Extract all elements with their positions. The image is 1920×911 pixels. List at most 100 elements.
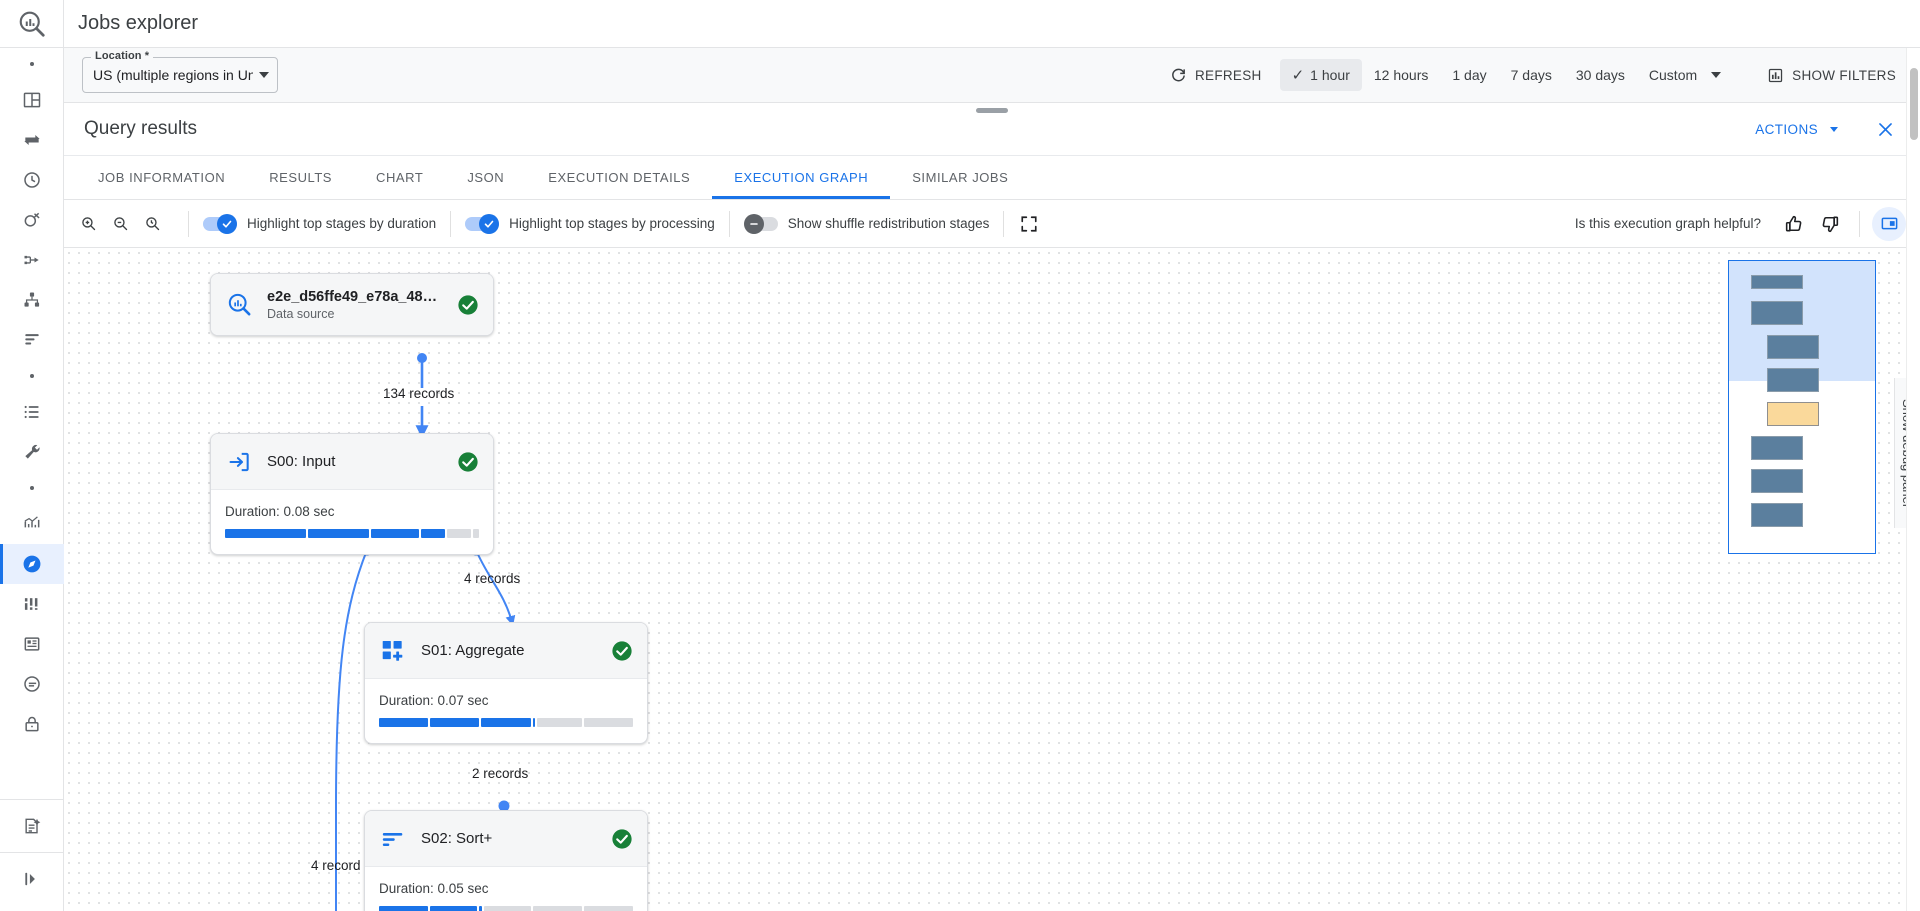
- rail-item-analytics-hub[interactable]: [0, 200, 64, 240]
- location-select[interactable]: Location * US (multiple regions in Un…: [82, 57, 278, 93]
- filter-chart-icon: [1767, 67, 1784, 84]
- panel-drag-handle[interactable]: [976, 108, 1008, 113]
- refresh-label: REFRESH: [1195, 68, 1262, 83]
- rail-dot-2: [0, 360, 64, 392]
- bigquery-logo-icon[interactable]: [0, 0, 64, 48]
- tab-label: CHART: [376, 170, 423, 185]
- rail-item-data-preparation[interactable]: [0, 320, 64, 360]
- refresh-button[interactable]: REFRESH: [1158, 59, 1274, 91]
- rail-item-pipelines[interactable]: [0, 240, 64, 280]
- graph-toolbar: Highlight top stages by duration Highlig…: [64, 200, 1920, 248]
- rail-item-dataform[interactable]: [0, 280, 64, 320]
- rail-divider-2: [0, 852, 64, 853]
- main-column: Jobs explorer Location * US (multiple re…: [64, 0, 1920, 911]
- rail-item-policy-tags[interactable]: [0, 704, 64, 744]
- rail-item-jobs-explorer[interactable]: [0, 544, 64, 584]
- graph-node-s01[interactable]: S01: Aggregate Duration: 0.07 sec: [364, 622, 648, 744]
- tab-execution-graph[interactable]: EXECUTION GRAPH: [712, 156, 890, 199]
- show-filters-button[interactable]: SHOW FILTERS: [1755, 59, 1908, 91]
- range-30-days[interactable]: 30 days: [1564, 59, 1637, 91]
- rail-item-expand-panel[interactable]: [0, 859, 64, 899]
- toggle-knob: [479, 214, 499, 234]
- toggle-label: Highlight top stages by duration: [247, 216, 436, 231]
- side-panel-icon[interactable]: [1872, 207, 1906, 241]
- close-icon: [1876, 120, 1895, 139]
- zoom-out-icon[interactable]: [106, 210, 134, 238]
- node-header: S01: Aggregate: [365, 623, 647, 679]
- range-1-day[interactable]: 1 day: [1440, 59, 1498, 91]
- bar-segment: [533, 718, 535, 727]
- rail-item-slot-estimator[interactable]: [0, 624, 64, 664]
- sort-icon: [379, 825, 407, 853]
- toggle-highlight-duration[interactable]: Highlight top stages by duration: [199, 216, 440, 231]
- rail-item-admin[interactable]: [0, 432, 64, 472]
- location-select-label: Location *: [91, 50, 153, 62]
- page-scrollbar[interactable]: [1906, 48, 1920, 911]
- fit-screen-icon[interactable]: [1014, 209, 1044, 239]
- bar-segment: [584, 906, 633, 911]
- zoom-controls: [74, 210, 178, 238]
- app-titlebar: Jobs explorer: [64, 0, 1920, 48]
- graph-node-s00[interactable]: S00: Input Duration: 0.08 sec: [210, 433, 494, 555]
- rail-item-release-notes[interactable]: [0, 806, 64, 846]
- range-1-hour[interactable]: ✓ 1 hour: [1280, 59, 1362, 91]
- status-success-icon: [611, 828, 633, 850]
- thumb-down-icon[interactable]: [1813, 207, 1847, 241]
- range-custom[interactable]: Custom: [1637, 59, 1733, 91]
- node-duration: Duration: 0.07 sec: [379, 693, 633, 708]
- actions-label: ACTIONS: [1755, 122, 1818, 137]
- range-7-days[interactable]: 7 days: [1499, 59, 1564, 91]
- toggle-switch[interactable]: [203, 217, 237, 231]
- bar-segment: [225, 529, 306, 538]
- graph-node-datasource[interactable]: e2e_d56ffe49_e78a_482a_ Data source: [210, 273, 494, 336]
- rail-item-studio[interactable]: [0, 80, 64, 120]
- actions-button[interactable]: ACTIONS: [1745, 116, 1848, 143]
- graph-node-s02[interactable]: S02: Sort+ Duration: 0.05 sec: [364, 810, 648, 911]
- thumb-up-icon[interactable]: [1777, 207, 1811, 241]
- scrollbar-thumb[interactable]: [1910, 68, 1918, 140]
- rail-bottom-items: [0, 793, 64, 911]
- bar-segment: [371, 529, 419, 538]
- minimap-node: [1767, 335, 1819, 359]
- toggle-switch[interactable]: [465, 217, 499, 231]
- tab-execution-details[interactable]: EXECUTION DETAILS: [526, 156, 712, 199]
- bar-segment: [537, 718, 582, 727]
- toggle-label: Show shuffle redistribution stages: [788, 216, 990, 231]
- chevron-down-icon: [259, 72, 269, 78]
- rail-item-scheduled-queries[interactable]: [0, 160, 64, 200]
- location-select-value: US (multiple regions in Un…: [93, 67, 253, 83]
- execution-graph-canvas[interactable]: e2e_d56ffe49_e78a_482a_ Data source: [64, 248, 1920, 911]
- node-name: S00: Input: [267, 453, 335, 470]
- tab-job-information[interactable]: JOB INFORMATION: [76, 156, 247, 199]
- rail-item-capacity-management[interactable]: [0, 584, 64, 624]
- toggle-highlight-processing[interactable]: Highlight top stages by processing: [461, 216, 719, 231]
- chevron-down-icon: [1830, 127, 1838, 132]
- rail-item-migration[interactable]: [0, 392, 64, 432]
- rail-item-reservations[interactable]: [0, 664, 64, 704]
- tab-json[interactable]: JSON: [445, 156, 526, 199]
- close-panel-button[interactable]: [1868, 112, 1902, 146]
- range-12-hours[interactable]: 12 hours: [1362, 59, 1440, 91]
- toggle-shuffle-redistribution[interactable]: Show shuffle redistribution stages: [740, 216, 994, 231]
- tab-results[interactable]: RESULTS: [247, 156, 354, 199]
- page-title: Jobs explorer: [78, 12, 198, 35]
- check-icon: [221, 218, 233, 230]
- jobs-explorer-app: Jobs explorer Location * US (multiple re…: [0, 0, 1920, 911]
- graph-feedback-group: Is this execution graph helpful?: [1575, 207, 1920, 241]
- tab-label: SIMILAR JOBS: [912, 170, 1008, 185]
- graph-edges: [64, 248, 1920, 911]
- rail-item-list: [0, 48, 64, 793]
- range-7-days-label: 7 days: [1511, 67, 1552, 83]
- graph-minimap[interactable]: [1728, 260, 1876, 554]
- toolbar-divider: [1859, 211, 1860, 237]
- toggle-switch[interactable]: [744, 217, 778, 231]
- rail-item-monitoring[interactable]: [0, 504, 64, 544]
- minimap-node: [1751, 301, 1803, 325]
- chevron-down-icon: [1711, 72, 1721, 78]
- zoom-reset-icon[interactable]: [138, 210, 166, 238]
- node-name: e2e_d56ffe49_e78a_482a_: [267, 289, 443, 305]
- tab-chart[interactable]: CHART: [354, 156, 445, 199]
- rail-item-transfers[interactable]: [0, 120, 64, 160]
- zoom-in-icon[interactable]: [74, 210, 102, 238]
- tab-similar-jobs[interactable]: SIMILAR JOBS: [890, 156, 1030, 199]
